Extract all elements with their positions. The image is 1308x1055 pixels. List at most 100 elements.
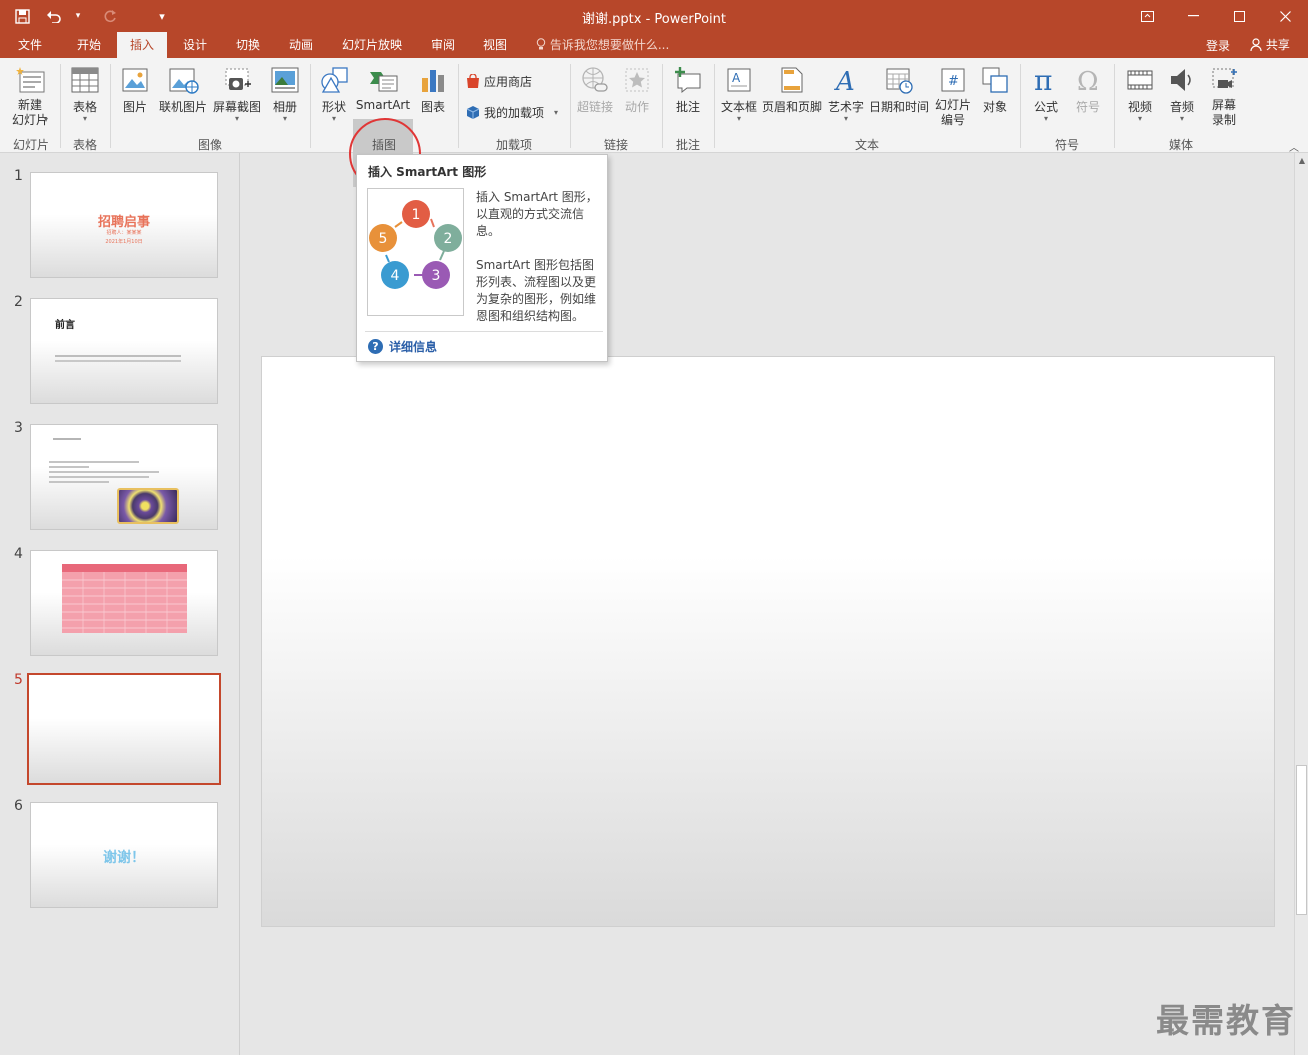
screen-recording-button[interactable]: 屏幕 录制: [1204, 66, 1244, 128]
object-icon: [982, 67, 1008, 93]
slide-thumbnail-1[interactable]: 招聘启事 招聘人：某某某 2021年1月10日: [30, 172, 218, 278]
slide-thumbnail-6[interactable]: 谢谢！: [30, 802, 218, 908]
comment-label: 批注: [675, 100, 700, 114]
screenshot-button[interactable]: 屏幕截图 ▾: [210, 66, 264, 123]
cycle-node-5-label: 5: [379, 231, 388, 247]
action-label: 动作: [624, 100, 649, 114]
tab-slideshow[interactable]: 幻灯片放映: [334, 32, 410, 58]
scroll-up-arrow-icon[interactable]: ▲: [1295, 156, 1308, 165]
slide-thumbnail-5[interactable]: [27, 673, 221, 785]
shapes-button[interactable]: 形状 ▾: [316, 66, 352, 123]
chart-button[interactable]: 图表: [416, 66, 450, 115]
tab-review[interactable]: 审阅: [420, 32, 466, 58]
equation-button[interactable]: π 公式 ▾: [1026, 66, 1066, 123]
photo-album-button[interactable]: 相册 ▾: [266, 66, 304, 123]
slide-thumbnail-4[interactable]: [30, 550, 218, 656]
scrollbar-thumb[interactable]: [1296, 765, 1307, 915]
wordart-button[interactable]: A 艺术字 ▾: [826, 66, 866, 123]
audio-button[interactable]: 音频 ▾: [1162, 66, 1202, 123]
slide-number: 6: [14, 798, 23, 814]
screenshot-dropdown-icon[interactable]: ▾: [210, 115, 264, 123]
wordart-dropdown-icon[interactable]: ▾: [826, 115, 866, 123]
slide-3-text-line: [49, 476, 149, 478]
slide-number: 4: [14, 546, 23, 562]
slide-3-text-line: [49, 461, 139, 463]
maximize-icon[interactable]: [1216, 0, 1262, 32]
header-footer-button[interactable]: 页眉和页脚: [760, 66, 824, 115]
window-title: 谢谢.pptx - PowerPoint: [582, 12, 726, 27]
picture-button[interactable]: 图片: [115, 66, 155, 115]
comment-button[interactable]: 批注: [668, 66, 708, 115]
video-dropdown-icon[interactable]: ▾: [1120, 115, 1160, 123]
video-button[interactable]: 视频 ▾: [1120, 66, 1160, 123]
smartart-icon: [370, 72, 398, 92]
close-icon[interactable]: [1262, 0, 1308, 32]
store-icon: [467, 73, 479, 88]
tell-me-text: 告诉我您想要做什么...: [549, 38, 670, 52]
tab-design[interactable]: 设计: [172, 32, 218, 58]
datetime-button[interactable]: 日期和时间: [868, 66, 930, 115]
tab-insert[interactable]: 插入: [117, 32, 167, 58]
share-button[interactable]: 共享: [1244, 34, 1296, 56]
store-label: 应用商店: [484, 74, 533, 89]
slide-thumbnail-2[interactable]: 前言: [30, 298, 218, 404]
online-picture-icon: [169, 68, 199, 94]
group-separator: [458, 64, 459, 148]
my-addins-dropdown-icon[interactable]: ▾: [554, 108, 558, 117]
group-label-comments: 批注: [675, 138, 700, 152]
watermark-logo-text: 最需教育: [1156, 1001, 1296, 1040]
tab-view[interactable]: 视图: [472, 32, 518, 58]
video-icon: [1127, 70, 1153, 90]
tab-animations[interactable]: 动画: [278, 32, 324, 58]
online-picture-button[interactable]: 联机图片: [157, 66, 209, 115]
tab-transitions[interactable]: 切换: [225, 32, 271, 58]
group-separator: [1020, 64, 1021, 148]
tab-file[interactable]: 文件: [8, 32, 52, 58]
audio-label: 音频: [1169, 100, 1194, 114]
slide-number-button[interactable]: # 幻灯片 编号: [932, 66, 974, 128]
ribbon-display-options-icon[interactable]: [1124, 0, 1170, 32]
shapes-dropdown-icon[interactable]: ▾: [316, 115, 352, 123]
hyperlink-button[interactable]: 超链接: [574, 66, 616, 115]
table-dropdown-icon[interactable]: ▾: [64, 115, 106, 123]
group-label-media: 媒体: [1168, 138, 1193, 152]
photo-album-dropdown-icon[interactable]: ▾: [266, 115, 304, 123]
audio-dropdown-icon[interactable]: ▾: [1162, 115, 1202, 123]
slide-number-icon: #: [941, 68, 965, 92]
equation-dropdown-icon[interactable]: ▾: [1026, 115, 1066, 123]
cycle-node-3-label: 3: [432, 268, 441, 284]
shapes-icon: [321, 67, 348, 93]
picture-label: 图片: [122, 100, 147, 114]
textbox-button[interactable]: A 文本框 ▾: [718, 66, 760, 123]
my-addins-button[interactable]: 我的加载项 ▾: [466, 103, 558, 121]
smartart-button[interactable]: SmartArt: [354, 66, 412, 112]
slide-4-table: [62, 564, 187, 633]
store-button[interactable]: 应用商店: [466, 72, 532, 90]
minimize-icon[interactable]: [1170, 0, 1216, 32]
speaker-icon: [1171, 69, 1191, 91]
svg-text:π: π: [1034, 66, 1052, 94]
wordart-label: 艺术字: [827, 100, 864, 114]
tell-me-more-link[interactable]: ? 详细信息: [368, 338, 437, 355]
object-button[interactable]: 对象: [976, 66, 1014, 115]
group-separator: [714, 64, 715, 148]
pi-icon: π: [1034, 66, 1052, 94]
sign-in-link[interactable]: 登录: [1206, 37, 1230, 54]
table-button[interactable]: 表格 ▾: [64, 66, 106, 123]
tab-home[interactable]: 开始: [66, 32, 112, 58]
action-button[interactable]: 动作: [618, 66, 656, 115]
slide-canvas[interactable]: [261, 356, 1275, 927]
new-slide-button[interactable]: 新建 幻灯片: [4, 66, 56, 128]
picture-icon: [122, 68, 148, 92]
vertical-scrollbar[interactable]: ▲: [1294, 153, 1308, 1055]
new-slide-dropdown-icon[interactable]: ▾: [44, 116, 48, 124]
slide-thumbnail-3[interactable]: [30, 424, 218, 530]
slide-3-text-line: [49, 466, 89, 468]
textbox-dropdown-icon[interactable]: ▾: [718, 115, 760, 123]
slide-3-text-line: [49, 471, 159, 473]
title-bar: ▾ ▾ 谢谢.pptx - PowerPoint: [0, 0, 1308, 32]
collapse-ribbon-icon[interactable]: ︿: [1289, 139, 1299, 154]
action-star-icon: [625, 68, 649, 92]
symbol-button[interactable]: Ω 符号: [1068, 66, 1108, 115]
tell-me-box[interactable]: 告诉我您想要做什么...: [536, 32, 669, 58]
